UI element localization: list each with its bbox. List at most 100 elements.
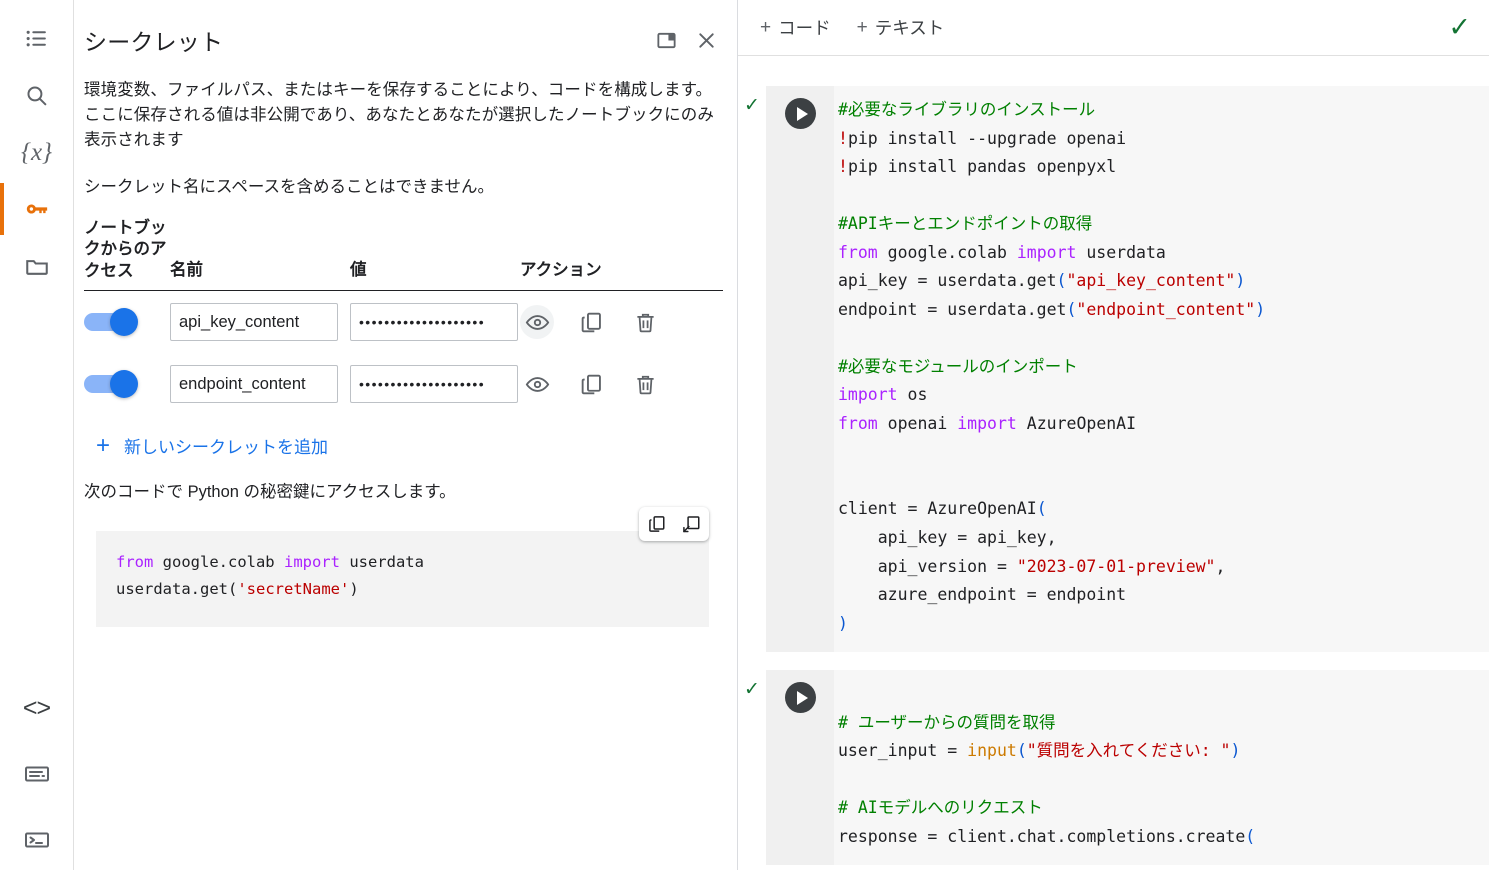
snippet-module: google.colab	[153, 553, 284, 572]
copy-icon[interactable]	[574, 367, 608, 401]
code-snippets-glyph: <>	[22, 693, 51, 722]
trash-glyph	[636, 375, 654, 395]
visibility-icon[interactable]	[520, 367, 554, 401]
close-icon	[698, 32, 714, 48]
sidebar-item-secrets[interactable]	[0, 183, 61, 235]
folder-glyph	[25, 260, 48, 275]
insert-glyph	[683, 516, 700, 533]
code-cell: ✓ # ユーザーからの質問を取得 user_input = input("質問を…	[738, 670, 1489, 866]
snippet-intro-text: 次のコードで Python の秘密鍵にアクセスします。	[84, 483, 456, 502]
secrets-panel: シークレット 環境変数、ファイルパス、またはキーを保存することにより、コードを構…	[74, 0, 738, 870]
copy-icon[interactable]	[642, 510, 672, 538]
delete-icon[interactable]	[628, 367, 662, 401]
column-header-action: アクション	[520, 260, 602, 279]
snippet-call-head: userdata.get(	[116, 579, 238, 598]
snippet-import-name: userdata	[339, 553, 424, 572]
add-new-secret-label: 新しいシークレットを追加	[124, 438, 329, 458]
eye-glyph	[525, 376, 549, 392]
toggle-knob	[110, 370, 138, 399]
play-icon	[796, 690, 808, 705]
secrets-table-header: ノートブックからのアクセス 名前 値 アクション	[84, 218, 723, 292]
add-new-secret-button[interactable]: + 新しいシークレットを追加	[96, 433, 328, 458]
code-snippets-icon[interactable]: <>	[13, 684, 61, 732]
table-row: endpoint_content ••••••••••••••••••••	[84, 353, 723, 415]
terminal-glyph	[24, 832, 49, 848]
code-cell: ✓ #必要なライブラリのインストール !pip install --upgrad…	[738, 86, 1489, 653]
notebook-access-toggle[interactable]	[84, 370, 146, 399]
code-cell-gutter	[766, 670, 834, 866]
table-row: api_key_content ••••••••••••••••••••	[84, 291, 723, 353]
files-folder-icon[interactable]	[13, 242, 61, 290]
insert-in-notebook-icon[interactable]	[676, 510, 706, 538]
snippet-arg-string: 'secretName'	[237, 579, 350, 598]
delete-icon[interactable]	[628, 305, 662, 339]
plus-icon: +	[96, 431, 111, 459]
snippet-section: from google.colab import userdata userda…	[84, 507, 723, 628]
snippet-toolbar	[639, 507, 709, 542]
close-panel-button[interactable]	[689, 23, 723, 57]
page-title: シークレット	[84, 29, 224, 55]
code-cell-editor[interactable]: #必要なライブラリのインストール !pip install --upgrade …	[834, 86, 1489, 652]
secret-name-input[interactable]: endpoint_content	[170, 365, 338, 404]
secret-value-input[interactable]: ••••••••••••••••••••	[350, 303, 518, 342]
secrets-panel-body: 環境変数、ファイルパス、またはキーを保存することにより、コードを構成します。ここ…	[74, 78, 737, 628]
add-text-cell-label: テキスト	[874, 18, 945, 38]
run-cell-button[interactable]	[784, 98, 816, 129]
notebook-toolbar: + コード + テキスト ✓	[738, 0, 1489, 56]
copy-glyph	[581, 374, 601, 395]
secret-actions-cell	[520, 305, 723, 340]
rail-top-group: {x}	[0, 14, 61, 290]
toc-glyph	[26, 30, 46, 46]
toggle-knob	[110, 308, 138, 337]
code-cell-box[interactable]: #必要なライブラリのインストール !pip install --upgrade …	[766, 86, 1489, 653]
snippet-call-tail: )	[349, 579, 359, 598]
code-cell-gutter	[766, 86, 834, 653]
copy-icon[interactable]	[574, 305, 608, 339]
key-icon	[26, 204, 47, 214]
run-cell-button[interactable]	[784, 682, 816, 714]
code-cell-editor[interactable]: # ユーザーからの質問を取得 user_input = input("質問を入れ…	[834, 670, 1489, 865]
secret-value-cell: ••••••••••••••••••••	[350, 303, 520, 342]
secret-name-cell: endpoint_content	[170, 365, 350, 404]
variables-glyph: {x}	[20, 138, 53, 166]
secret-name-input[interactable]: api_key_content	[170, 303, 338, 342]
code-cell-box[interactable]: # ユーザーからの質問を取得 user_input = input("質問を入れ…	[766, 670, 1489, 866]
secret-name-cell: api_key_content	[170, 303, 350, 342]
secret-value-cell: ••••••••••••••••••••	[350, 365, 520, 404]
notebook-panel: + コード + テキスト ✓ ✓ #必要なライブラリのインストール !pip i…	[738, 0, 1489, 870]
command-palette-icon[interactable]	[13, 750, 61, 798]
plus-icon: +	[856, 16, 868, 38]
snippet-kw-from: from	[116, 553, 154, 572]
search-icon[interactable]	[13, 71, 61, 119]
copy-glyph	[649, 516, 665, 532]
table-of-contents-icon[interactable]	[13, 14, 61, 62]
notebook-saved-status-icon[interactable]: ✓	[1448, 14, 1471, 41]
plus-icon: +	[760, 16, 772, 38]
visibility-icon[interactable]	[520, 305, 554, 340]
notebook-access-toggle[interactable]	[84, 308, 146, 337]
dock-icon	[656, 32, 676, 48]
copy-glyph	[581, 312, 601, 333]
play-icon	[796, 106, 808, 121]
variables-icon[interactable]: {x}	[13, 128, 61, 176]
secrets-name-note: シークレット名にスペースを含めることはできません。	[84, 178, 495, 197]
cell-execution-status-icon: ✓	[744, 679, 760, 701]
left-icon-rail: {x} <>	[0, 0, 74, 870]
dock-panel-button[interactable]	[649, 23, 683, 57]
add-text-cell-button[interactable]: + テキスト	[857, 15, 945, 40]
command-glyph	[24, 766, 49, 782]
cell-execution-status-icon: ✓	[744, 95, 760, 116]
column-header-access: ノートブックからのアクセス	[84, 218, 167, 280]
snippet-kw-import: import	[283, 553, 340, 572]
secret-access-toggle-cell	[84, 370, 170, 399]
secrets-panel-header: シークレット	[74, 0, 737, 68]
secret-value-input[interactable]: ••••••••••••••••••••	[350, 365, 518, 404]
terminal-icon[interactable]	[13, 816, 61, 864]
secrets-description: 環境変数、ファイルパス、またはキーを保存することにより、コードを構成します。ここ…	[84, 81, 714, 150]
trash-glyph	[636, 313, 654, 333]
add-code-cell-button[interactable]: + コード	[760, 15, 831, 40]
column-header-value: 値	[350, 260, 367, 279]
secrets-table: ノートブックからのアクセス 名前 値 アクション api_key_content	[84, 218, 723, 415]
notebook-cells-container[interactable]: ✓ #必要なライブラリのインストール !pip install --upgrad…	[738, 56, 1489, 870]
python-snippet: from google.colab import userdata userda…	[96, 531, 709, 628]
